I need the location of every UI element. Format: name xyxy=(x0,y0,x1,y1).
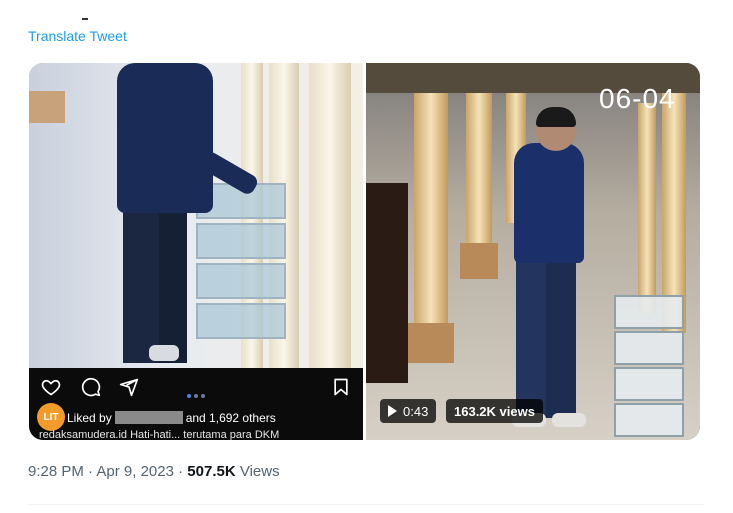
wooden-cabinet xyxy=(366,183,408,383)
cctv-video[interactable]: 06-04 0:43 163.2K views xyxy=(366,63,700,440)
meta-separator: · xyxy=(178,463,184,480)
pillar xyxy=(309,63,351,368)
heart-icon[interactable] xyxy=(41,377,61,397)
person-leg xyxy=(123,203,163,363)
video-views-badge: 163.2K views xyxy=(446,399,543,423)
meta-separator: · xyxy=(88,463,94,480)
video-duration-badge[interactable]: 0:43 xyxy=(380,399,437,423)
pillar xyxy=(638,103,656,313)
tweet-date[interactable]: Apr 9, 2023 xyxy=(96,463,174,480)
donation-box xyxy=(196,303,286,339)
person-leg xyxy=(546,258,576,418)
person-torso xyxy=(514,143,584,263)
cctv-date-overlay: 06-04 xyxy=(599,83,676,114)
instagram-screenshot-image[interactable]: LIT Liked by and 1,692 others redaksamude… xyxy=(29,63,363,440)
pillar-base xyxy=(408,323,454,363)
play-icon[interactable] xyxy=(388,405,397,417)
tweet-time[interactable]: 9:28 PM xyxy=(28,463,84,480)
video-duration: 0:43 xyxy=(403,403,429,419)
translate-tweet-link[interactable]: Translate Tweet xyxy=(28,28,127,44)
top-dash xyxy=(82,18,88,20)
tweet-media[interactable]: LIT Liked by and 1,692 others redaksamude… xyxy=(29,63,700,440)
donation-box xyxy=(614,367,684,401)
views-count: 507.5K xyxy=(187,463,236,480)
pillar xyxy=(414,93,448,343)
donation-box xyxy=(614,331,684,365)
redacted-username xyxy=(114,411,183,424)
shoe xyxy=(149,345,179,361)
person-leg xyxy=(516,258,546,418)
divider xyxy=(28,504,704,505)
donation-box xyxy=(196,263,286,299)
shoe xyxy=(552,413,586,427)
tweet-metadata: 9:28 PM · Apr 9, 2023 · 507.5K Views xyxy=(28,463,280,480)
person-leg xyxy=(159,203,187,363)
person-torso xyxy=(117,63,213,213)
lit-badge: LIT xyxy=(37,403,65,431)
views-label: Views xyxy=(239,463,280,480)
donation-box xyxy=(196,223,286,259)
share-icon[interactable] xyxy=(119,377,139,397)
liked-prefix: Liked by xyxy=(67,411,112,425)
pillar-base xyxy=(460,243,498,279)
post-caption: redaksamudera.id Hati-hati... terutama p… xyxy=(39,429,280,440)
liked-suffix: and 1,692 others xyxy=(185,411,276,425)
bookmark-icon[interactable] xyxy=(331,377,351,397)
donation-box xyxy=(614,295,684,329)
person-hair xyxy=(536,107,576,127)
donation-box xyxy=(614,403,684,437)
comment-icon[interactable] xyxy=(81,377,101,397)
wooden-box xyxy=(29,91,65,123)
carousel-dots xyxy=(187,385,208,403)
liked-by-text: Liked by and 1,692 others xyxy=(67,411,276,425)
